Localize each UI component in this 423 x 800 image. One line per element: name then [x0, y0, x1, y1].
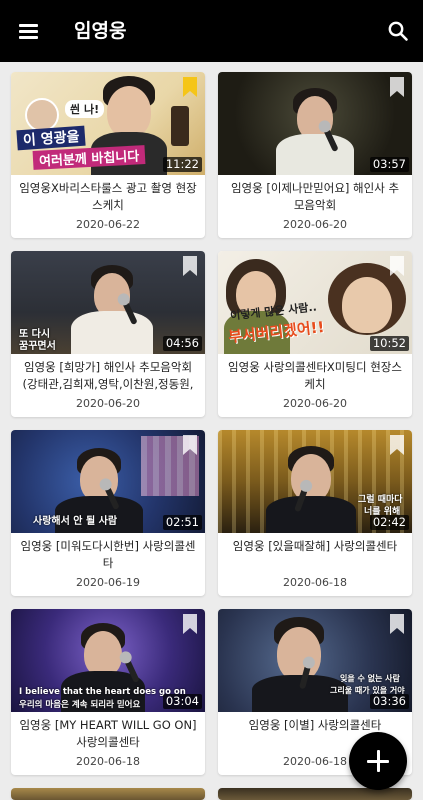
thumbnail-caption: 씐 나! [65, 100, 105, 118]
bookmark-icon[interactable] [182, 434, 198, 456]
video-card[interactable] [218, 788, 412, 800]
bookmark-icon[interactable] [182, 76, 198, 98]
bookmark-icon[interactable] [389, 434, 405, 456]
video-thumbnail: 사랑해서 안 될 사람 02:51 [11, 430, 205, 533]
video-thumbnail [218, 788, 412, 800]
video-duration: 11:22 [162, 157, 202, 172]
video-title: 임영웅 [MY HEART WILL GO ON] 사랑의콜센타 [19, 718, 197, 749]
app-title: 임영웅 [74, 20, 127, 42]
video-date: 2020-06-22 [76, 218, 140, 231]
menu-icon[interactable] [17, 19, 41, 43]
video-card[interactable]: I believe that the heart does go on 우리의 … [11, 609, 205, 775]
video-card[interactable]: 씐 나! 이 영광을 여러분께 바칩니다 11:22 임영웅X바리스타룰스 광고… [11, 72, 205, 238]
video-duration: 03:04 [162, 694, 202, 709]
video-title: 임영웅 사랑의콜센타X미팅디 현장스케치 [228, 360, 402, 391]
video-card[interactable]: 또 다시 꿈꾸면서 04:56 임영웅 [희망가] 해인사 추모음악회(강태관,… [11, 251, 205, 417]
video-duration: 04:56 [162, 336, 202, 351]
video-duration: 02:51 [162, 515, 202, 530]
thumbnail-caption: 우리의 마음은 계속 되리라 믿어요 [19, 700, 141, 710]
video-thumbnail: 03:57 [218, 72, 412, 175]
bookmark-icon[interactable] [182, 613, 198, 635]
video-date: 2020-06-18 [283, 576, 347, 589]
add-button[interactable] [349, 732, 407, 790]
bookmark-icon[interactable] [389, 76, 405, 98]
app-bar: 임영웅 [0, 0, 423, 62]
video-card[interactable]: 이렇게 많은 사람.. 부서버리겠어!! 10:52 임영웅 사랑의콜센타X미팅… [218, 251, 412, 417]
video-date: 2020-06-18 [76, 755, 140, 768]
thumbnail-caption: 꿈꾸면서 [19, 341, 56, 352]
video-duration: 10:52 [369, 336, 409, 351]
video-date: 2020-06-19 [76, 576, 140, 589]
video-title: 임영웅 [이제나만믿어요] 해인사 추모음악회 [230, 181, 400, 212]
video-thumbnail: 잊을 수 없는 사람 그리울 때가 있을 거야 03:36 [218, 609, 412, 712]
thumbnail-caption: 사랑해서 안 될 사람 [33, 516, 118, 527]
video-date: 2020-06-20 [76, 397, 140, 410]
thumbnail-caption: I believe that the heart does go on [19, 687, 186, 697]
thumbnail-caption: 잊을 수 없는 사람 [340, 674, 400, 683]
video-duration: 03:57 [369, 157, 409, 172]
video-date: 2020-06-20 [283, 218, 347, 231]
video-thumbnail [11, 788, 205, 800]
search-icon[interactable] [386, 19, 410, 43]
video-thumbnail: I believe that the heart does go on 우리의 … [11, 609, 205, 712]
bookmark-icon[interactable] [389, 255, 405, 277]
video-title: 임영웅X바리스타룰스 광고 촬영 현장스케치 [19, 181, 197, 212]
bookmark-icon[interactable] [389, 613, 405, 635]
video-card[interactable] [11, 788, 205, 800]
bookmark-icon[interactable] [182, 255, 198, 277]
video-card[interactable]: 03:57 임영웅 [이제나만믿어요] 해인사 추모음악회 2020-06-20 [218, 72, 412, 238]
video-date: 2020-06-20 [283, 397, 347, 410]
video-card[interactable]: 사랑해서 안 될 사람 02:51 임영웅 [미워도다시한번] 사랑의콜센타 2… [11, 430, 205, 596]
video-card[interactable]: 그럴 때마다 너를 위해 02:42 임영웅 [있을때잘해] 사랑의콜센타 20… [218, 430, 412, 596]
video-thumbnail: 씐 나! 이 영광을 여러분께 바칩니다 11:22 [11, 72, 205, 175]
video-duration: 03:36 [369, 694, 409, 709]
video-title: 임영웅 [미워도다시한번] 사랑의콜센타 [20, 539, 196, 570]
video-title: 임영웅 [희망가] 해인사 추모음악회(강태관,김희재,영탁,이찬원,정동원,장… [22, 360, 194, 391]
video-duration: 02:42 [369, 515, 409, 530]
video-thumbnail: 이렇게 많은 사람.. 부서버리겠어!! 10:52 [218, 251, 412, 354]
video-thumbnail: 또 다시 꿈꾸면서 04:56 [11, 251, 205, 354]
video-thumbnail: 그럴 때마다 너를 위해 02:42 [218, 430, 412, 533]
video-title: 임영웅 [있을때잘해] 사랑의콜센타 [232, 539, 398, 553]
